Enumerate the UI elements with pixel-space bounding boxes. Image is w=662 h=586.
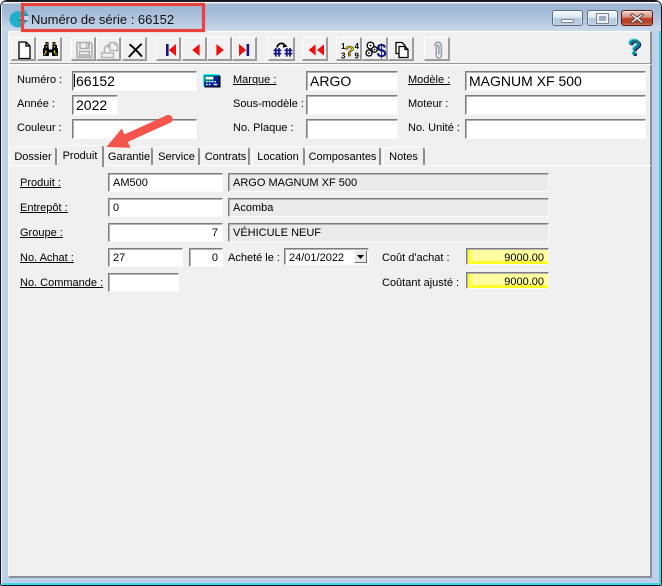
svg-text:?: ? [345,43,354,60]
svg-text:$: $ [377,41,387,61]
svg-text:4: 4 [355,42,360,51]
svg-text:9: 9 [355,52,360,61]
